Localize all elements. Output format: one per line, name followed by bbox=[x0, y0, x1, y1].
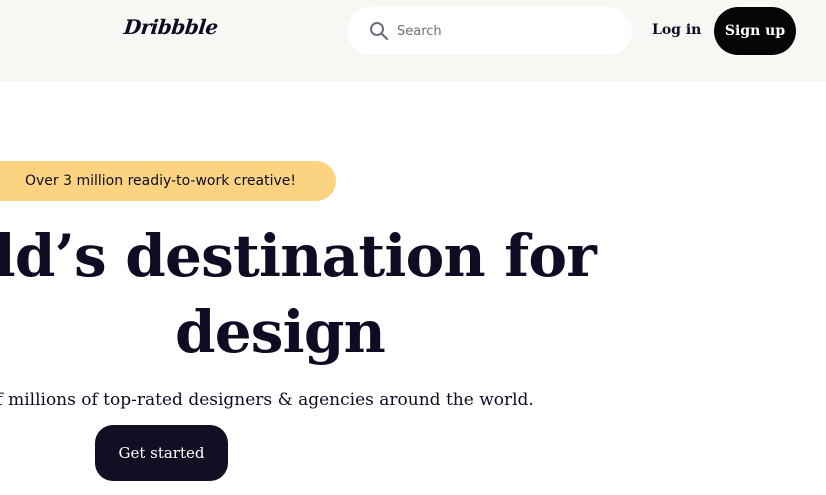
hero-headline-line-2: design bbox=[174, 298, 386, 366]
hero-headline: rld’s destination for design bbox=[0, 218, 800, 370]
dribbble-logo[interactable]: Dribbble bbox=[123, 15, 219, 39]
hero-headline-line-1: rld’s destination for bbox=[0, 222, 597, 290]
get-started-button[interactable]: Get started bbox=[95, 425, 228, 481]
page: Dribbble Log in Sign up Over 3 million r… bbox=[0, 0, 826, 495]
hero-subheadline: of millions of top-rated designers & age… bbox=[0, 390, 534, 410]
search-icon bbox=[369, 21, 389, 41]
top-nav: Dribbble Log in Sign up bbox=[0, 0, 826, 81]
creatives-badge: Over 3 million readiy-to-work creative! bbox=[0, 161, 336, 201]
signup-button[interactable]: Sign up bbox=[714, 7, 796, 55]
login-link[interactable]: Log in bbox=[652, 22, 701, 38]
search-input[interactable] bbox=[397, 19, 617, 43]
search-bar[interactable] bbox=[347, 7, 632, 55]
